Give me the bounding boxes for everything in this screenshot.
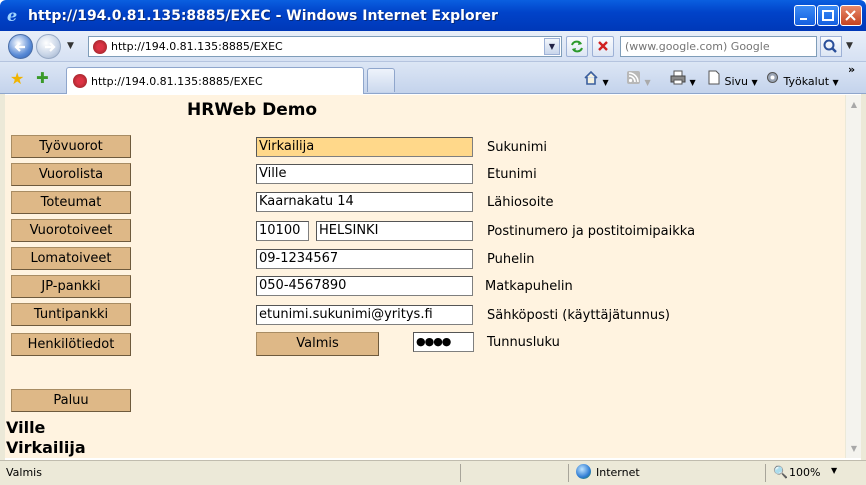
stop-icon <box>598 41 608 51</box>
title-bar: e http://194.0.81.135:8885/EXEC - Window… <box>0 0 866 31</box>
new-tab-button[interactable] <box>367 68 395 92</box>
nav-button-toteumat[interactable]: Toteumat <box>11 191 131 214</box>
site-favicon-icon <box>93 40 107 54</box>
mobile-input[interactable]: 050-4567890 <box>256 276 473 296</box>
print-button[interactable]: ▼ <box>670 70 696 88</box>
forward-button[interactable] <box>36 34 61 59</box>
submit-button[interactable]: Valmis <box>256 332 379 356</box>
postal-address-label: Postinumero ja postitoimipaikka <box>487 224 696 239</box>
nav-button-tyovuorot[interactable]: Työvuorot <box>11 135 131 158</box>
address-input[interactable]: Kaarnakatu 14 <box>256 192 473 212</box>
window-frame-right <box>861 94 866 460</box>
address-url[interactable]: http://194.0.81.135:8885/EXEC <box>111 40 283 53</box>
scroll-down-arrow-icon[interactable]: ▼ <box>847 441 861 456</box>
status-text: Valmis <box>6 466 42 479</box>
nav-button-vuorolista[interactable]: Vuorolista <box>11 163 131 186</box>
nav-button-vuorotoiveet[interactable]: Vuorotoiveet <box>11 219 131 242</box>
vertical-scrollbar[interactable]: ▲ ▼ <box>845 95 861 458</box>
firstname-input[interactable]: Ville <box>256 164 473 184</box>
user-first-name: Ville <box>6 418 46 437</box>
search-options-dropdown-icon[interactable]: ▼ <box>846 41 853 51</box>
window-title: http://194.0.81.135:8885/EXEC - Windows … <box>28 8 498 24</box>
tools-menu-label: Työkalut <box>783 75 830 88</box>
forward-arrow-icon <box>45 42 56 52</box>
nav-button-tuntipankki[interactable]: Tuntipankki <box>11 303 131 326</box>
favorites-star-icon[interactable]: ★ <box>10 69 24 88</box>
phone-input[interactable]: 09-1234567 <box>256 249 473 269</box>
mobile-label: Matkapuhelin <box>485 279 573 294</box>
city-input[interactable]: HELSINKI <box>316 221 473 241</box>
close-icon <box>845 10 856 21</box>
address-dropdown-icon[interactable]: ▼ <box>544 38 560 55</box>
tools-menu[interactable]: Työkalut ▼ <box>765 70 839 88</box>
status-separator <box>568 464 569 482</box>
tab-title: http://194.0.81.135:8885/EXEC <box>91 75 263 88</box>
nav-button-jp-pankki[interactable]: JP-pankki <box>11 275 131 298</box>
status-separator <box>765 464 766 482</box>
home-icon <box>584 70 598 85</box>
surname-input[interactable]: Virkailija <box>256 137 473 157</box>
zoom-icon[interactable]: 🔍 <box>773 465 788 479</box>
firstname-label: Etunimi <box>487 167 537 182</box>
user-last-name: Virkailija <box>6 438 86 457</box>
status-separator <box>460 464 461 482</box>
status-bar: Valmis Internet 🔍 100% ▼ <box>0 460 866 485</box>
address-field[interactable]: http://194.0.81.135:8885/EXEC ▼ <box>88 36 562 57</box>
scroll-up-arrow-icon[interactable]: ▲ <box>847 97 861 112</box>
zoom-dropdown-icon[interactable]: ▼ <box>831 466 837 475</box>
tab-current[interactable]: http://194.0.81.135:8885/EXEC <box>66 67 364 94</box>
password-input[interactable]: ●●●● <box>413 332 474 352</box>
zoom-level[interactable]: 100% <box>789 466 820 479</box>
back-arrow-icon <box>14 42 25 52</box>
refresh-icon <box>571 40 583 53</box>
nav-button-lomatoiveet[interactable]: Lomatoiveet <box>11 247 131 270</box>
phone-label: Puhelin <box>487 252 535 267</box>
history-dropdown-icon[interactable]: ▼ <box>67 41 74 51</box>
email-label: Sähköposti (käyttäjätunnus) <box>487 308 670 323</box>
tab-toolbar: ★ ✚ http://194.0.81.135:8885/EXEC ▼ ▼ ▼ … <box>0 62 866 94</box>
minimize-icon <box>800 18 807 20</box>
page-content: HRWeb Demo Työvuorot Vuorolista Toteumat… <box>5 95 845 458</box>
page-menu-label: Sivu <box>724 75 749 88</box>
maximize-icon <box>822 10 834 21</box>
svg-text:e: e <box>7 7 17 23</box>
globe-icon <box>576 464 591 479</box>
gear-icon <box>767 72 778 83</box>
printer-icon <box>670 70 686 85</box>
maximize-button[interactable] <box>817 5 839 26</box>
email-input[interactable]: etunimi.sukunimi@yritys.fi <box>256 305 473 325</box>
security-zone: Internet <box>596 466 640 479</box>
address-toolbar: ▼ http://194.0.81.135:8885/EXEC ▼ ▼ <box>0 31 866 62</box>
site-favicon-icon <box>73 74 87 88</box>
refresh-button[interactable] <box>566 36 588 57</box>
home-button[interactable]: ▼ <box>583 70 609 88</box>
internet-explorer-icon: e <box>7 7 17 23</box>
password-label: Tunnusluku <box>487 335 560 350</box>
add-favorites-icon[interactable]: ✚ <box>36 69 49 87</box>
toolbar-overflow-chevron-icon[interactable]: » <box>848 63 855 76</box>
stop-button[interactable] <box>592 36 614 57</box>
address-label: Lähiosoite <box>487 195 554 210</box>
search-button[interactable] <box>820 36 842 57</box>
close-button[interactable] <box>840 5 862 26</box>
surname-label: Sukunimi <box>487 140 547 155</box>
page-icon <box>708 70 720 85</box>
back-nav-button[interactable]: Paluu <box>11 389 131 412</box>
page-menu[interactable]: Sivu ▼ <box>707 70 758 88</box>
nav-button-henkilotiedot[interactable]: Henkilötiedot <box>11 333 131 356</box>
page-title: HRWeb Demo <box>187 100 318 120</box>
search-icon <box>823 39 837 53</box>
rss-feed-icon <box>627 71 640 84</box>
feeds-button[interactable]: ▼ <box>626 70 651 88</box>
minimize-button[interactable] <box>794 5 816 26</box>
postal-code-input[interactable]: 10100 <box>256 221 309 241</box>
search-input[interactable] <box>621 37 811 56</box>
search-field[interactable] <box>620 36 817 57</box>
back-button[interactable] <box>8 34 33 59</box>
